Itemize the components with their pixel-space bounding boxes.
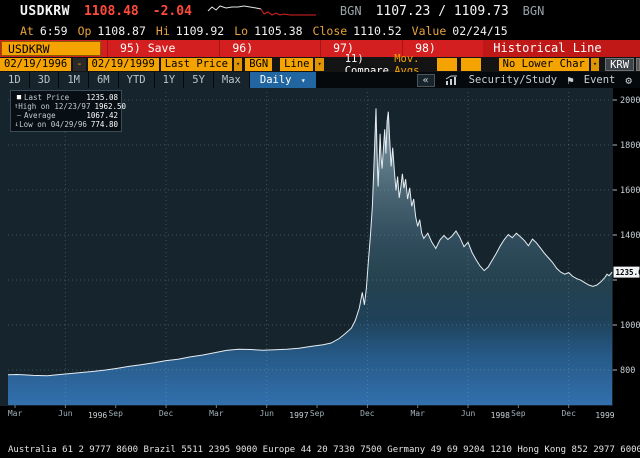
svg-text:Mar: Mar <box>209 409 224 418</box>
tab-ytd[interactable]: YTD <box>118 72 155 88</box>
legend-average: ‒ Average 1067.42 <box>14 111 118 120</box>
svg-text:Jun: Jun <box>461 409 476 418</box>
chevron-down-icon[interactable]: ▾ <box>233 58 243 71</box>
chart-area: ■ Last Price 1235.08 ↑ High on 12/23/97 … <box>0 88 640 420</box>
svg-text:1997: 1997 <box>289 411 308 420</box>
close-label: Close <box>312 24 348 38</box>
footer: Australia 61 2 9777 8600 Brazil 5511 239… <box>0 420 640 458</box>
security-study-button[interactable]: Security/Study <box>469 74 558 86</box>
svg-text:1998: 1998 <box>491 411 510 420</box>
high-value: 1109.92 <box>175 24 225 38</box>
date-range-separator: - <box>73 58 86 71</box>
last-price: 1108.48 <box>83 3 139 19</box>
svg-text:Sep: Sep <box>310 409 325 418</box>
flag-icon[interactable]: ⚑ <box>567 74 574 87</box>
chart-controls: 02/19/1996 - 02/19/1999 Last Price ▾ BGN… <box>0 53 640 77</box>
chart-style-select[interactable]: Line <box>280 58 314 71</box>
open-value: 1108.87 <box>97 24 146 38</box>
bid-ask: 1107.23 / 1109.73 <box>375 3 509 19</box>
svg-text:800: 800 <box>620 366 635 376</box>
svg-text:1600: 1600 <box>620 186 640 196</box>
svg-text:1000: 1000 <box>620 321 640 331</box>
price-change: -2.04 <box>152 3 192 19</box>
save-as-menu[interactable]: 95) Save As... <box>107 40 219 72</box>
at-label: At <box>20 24 34 38</box>
tab-3d[interactable]: 3D <box>29 72 60 88</box>
chart-legend: ■ Last Price 1235.08 ↑ High on 12/23/97 … <box>10 90 127 132</box>
average-marker-icon: ‒ <box>16 111 22 119</box>
quote-source-a: BGN <box>339 4 362 18</box>
tab-1d[interactable]: 1D <box>0 72 30 88</box>
security-symbol: USDKRW <box>20 3 70 19</box>
quote-source-b: BGN <box>522 4 545 18</box>
tab-1m[interactable]: 1M <box>59 72 89 88</box>
tab-5y[interactable]: 5Y <box>184 72 214 88</box>
mov-avg-input-1[interactable] <box>437 58 458 71</box>
bloomberg-terminal: USDKRW 1108.48 -2.04 BGN 1107.23 / 1109.… <box>0 0 640 458</box>
currency-select[interactable]: KRW <box>605 58 635 71</box>
svg-text:Dec: Dec <box>360 409 375 418</box>
at-value: 6:59 <box>39 24 68 38</box>
period-tab-bar: 1D 3D 1M 6M YTD 1Y 5Y Max Daily ▾ « Secu… <box>0 72 640 88</box>
legend-high: ↑ High on 12/23/97 1962.50 <box>14 102 127 111</box>
lower-chart-select[interactable]: No Lower Char <box>498 58 589 71</box>
value-label: Value <box>411 24 447 38</box>
svg-text:1800: 1800 <box>620 141 640 151</box>
last-price-marker-icon: ■ <box>16 93 22 101</box>
gear-icon[interactable]: ⚙ <box>625 74 632 87</box>
collapse-icon[interactable]: « <box>416 73 435 87</box>
sparkline-icon <box>207 5 316 16</box>
svg-text:Jun: Jun <box>58 409 73 418</box>
mov-avg-input-2[interactable] <box>461 58 481 71</box>
svg-text:Sep: Sep <box>108 409 123 418</box>
event-button[interactable]: Event <box>584 74 616 86</box>
low-value: 1105.38 <box>254 24 303 38</box>
footer-contacts-line1: Australia 61 2 9777 8600 Brazil 5511 239… <box>8 445 640 455</box>
page-title: Historical Line Chart <box>483 40 640 72</box>
svg-text:Dec: Dec <box>561 409 576 418</box>
value-date: 02/24/15 <box>452 24 508 38</box>
chart-toolbar-right: « Security/Study ⚑ Event ⚙ <box>416 73 640 87</box>
close-value: 1110.52 <box>353 24 402 38</box>
end-date-input[interactable]: 02/19/1999 <box>87 58 159 71</box>
svg-text:1400: 1400 <box>620 231 640 241</box>
frequency-select[interactable]: Daily ▾ <box>249 72 316 88</box>
start-date-input[interactable]: 02/19/1996 <box>0 58 72 71</box>
svg-text:Mar: Mar <box>8 409 23 418</box>
legend-last-price: ■ Last Price 1235.08 <box>14 93 118 102</box>
stats-bar: At 6:59 Op 1108.87 Hi 1109.92 Lo 1105.38 Clo… <box>0 22 640 40</box>
svg-text:Dec: Dec <box>159 409 174 418</box>
security-input[interactable]: USDKRW Curncy <box>1 41 101 71</box>
svg-text:1999: 1999 <box>595 411 614 420</box>
quote-bar: USDKRW 1108.48 -2.04 BGN 1107.23 / 1109.… <box>0 0 640 22</box>
low-label: Lo <box>234 24 249 38</box>
svg-text:2000: 2000 <box>620 96 640 106</box>
high-label: Hi <box>155 24 170 38</box>
actions-menu[interactable]: 96) Actions▾ <box>219 40 320 72</box>
open-label: Op <box>77 24 92 38</box>
svg-text:Jun: Jun <box>259 409 274 418</box>
tab-max[interactable]: Max <box>213 72 250 88</box>
svg-text:1996: 1996 <box>88 411 107 420</box>
svg-text:Sep: Sep <box>511 409 526 418</box>
price-chart[interactable]: 800 1000 1400 1600 1800 2000 1235.08 Mar Jun Sep D… <box>0 88 640 420</box>
legend-low: ↓ Low on 04/29/96 774.80 <box>14 120 118 129</box>
svg-text:1235.08: 1235.08 <box>616 268 640 277</box>
tab-6m[interactable]: 6M <box>88 72 119 88</box>
source-select[interactable]: BGN <box>245 58 273 71</box>
scrollbar[interactable] <box>636 58 640 71</box>
tab-1y[interactable]: 1Y <box>154 72 185 88</box>
chevron-down-icon: ▾ <box>300 76 306 85</box>
chevron-down-icon[interactable]: ▾ <box>315 58 324 71</box>
function-menu-bar: USDKRW Curncy 95) Save As... 96) Actions… <box>0 40 640 72</box>
study-chart-icon[interactable] <box>445 75 459 86</box>
svg-text:Mar: Mar <box>410 409 425 418</box>
price-field-select[interactable]: Last Price <box>160 58 232 71</box>
chevron-down-icon[interactable]: ▾ <box>590 58 600 71</box>
